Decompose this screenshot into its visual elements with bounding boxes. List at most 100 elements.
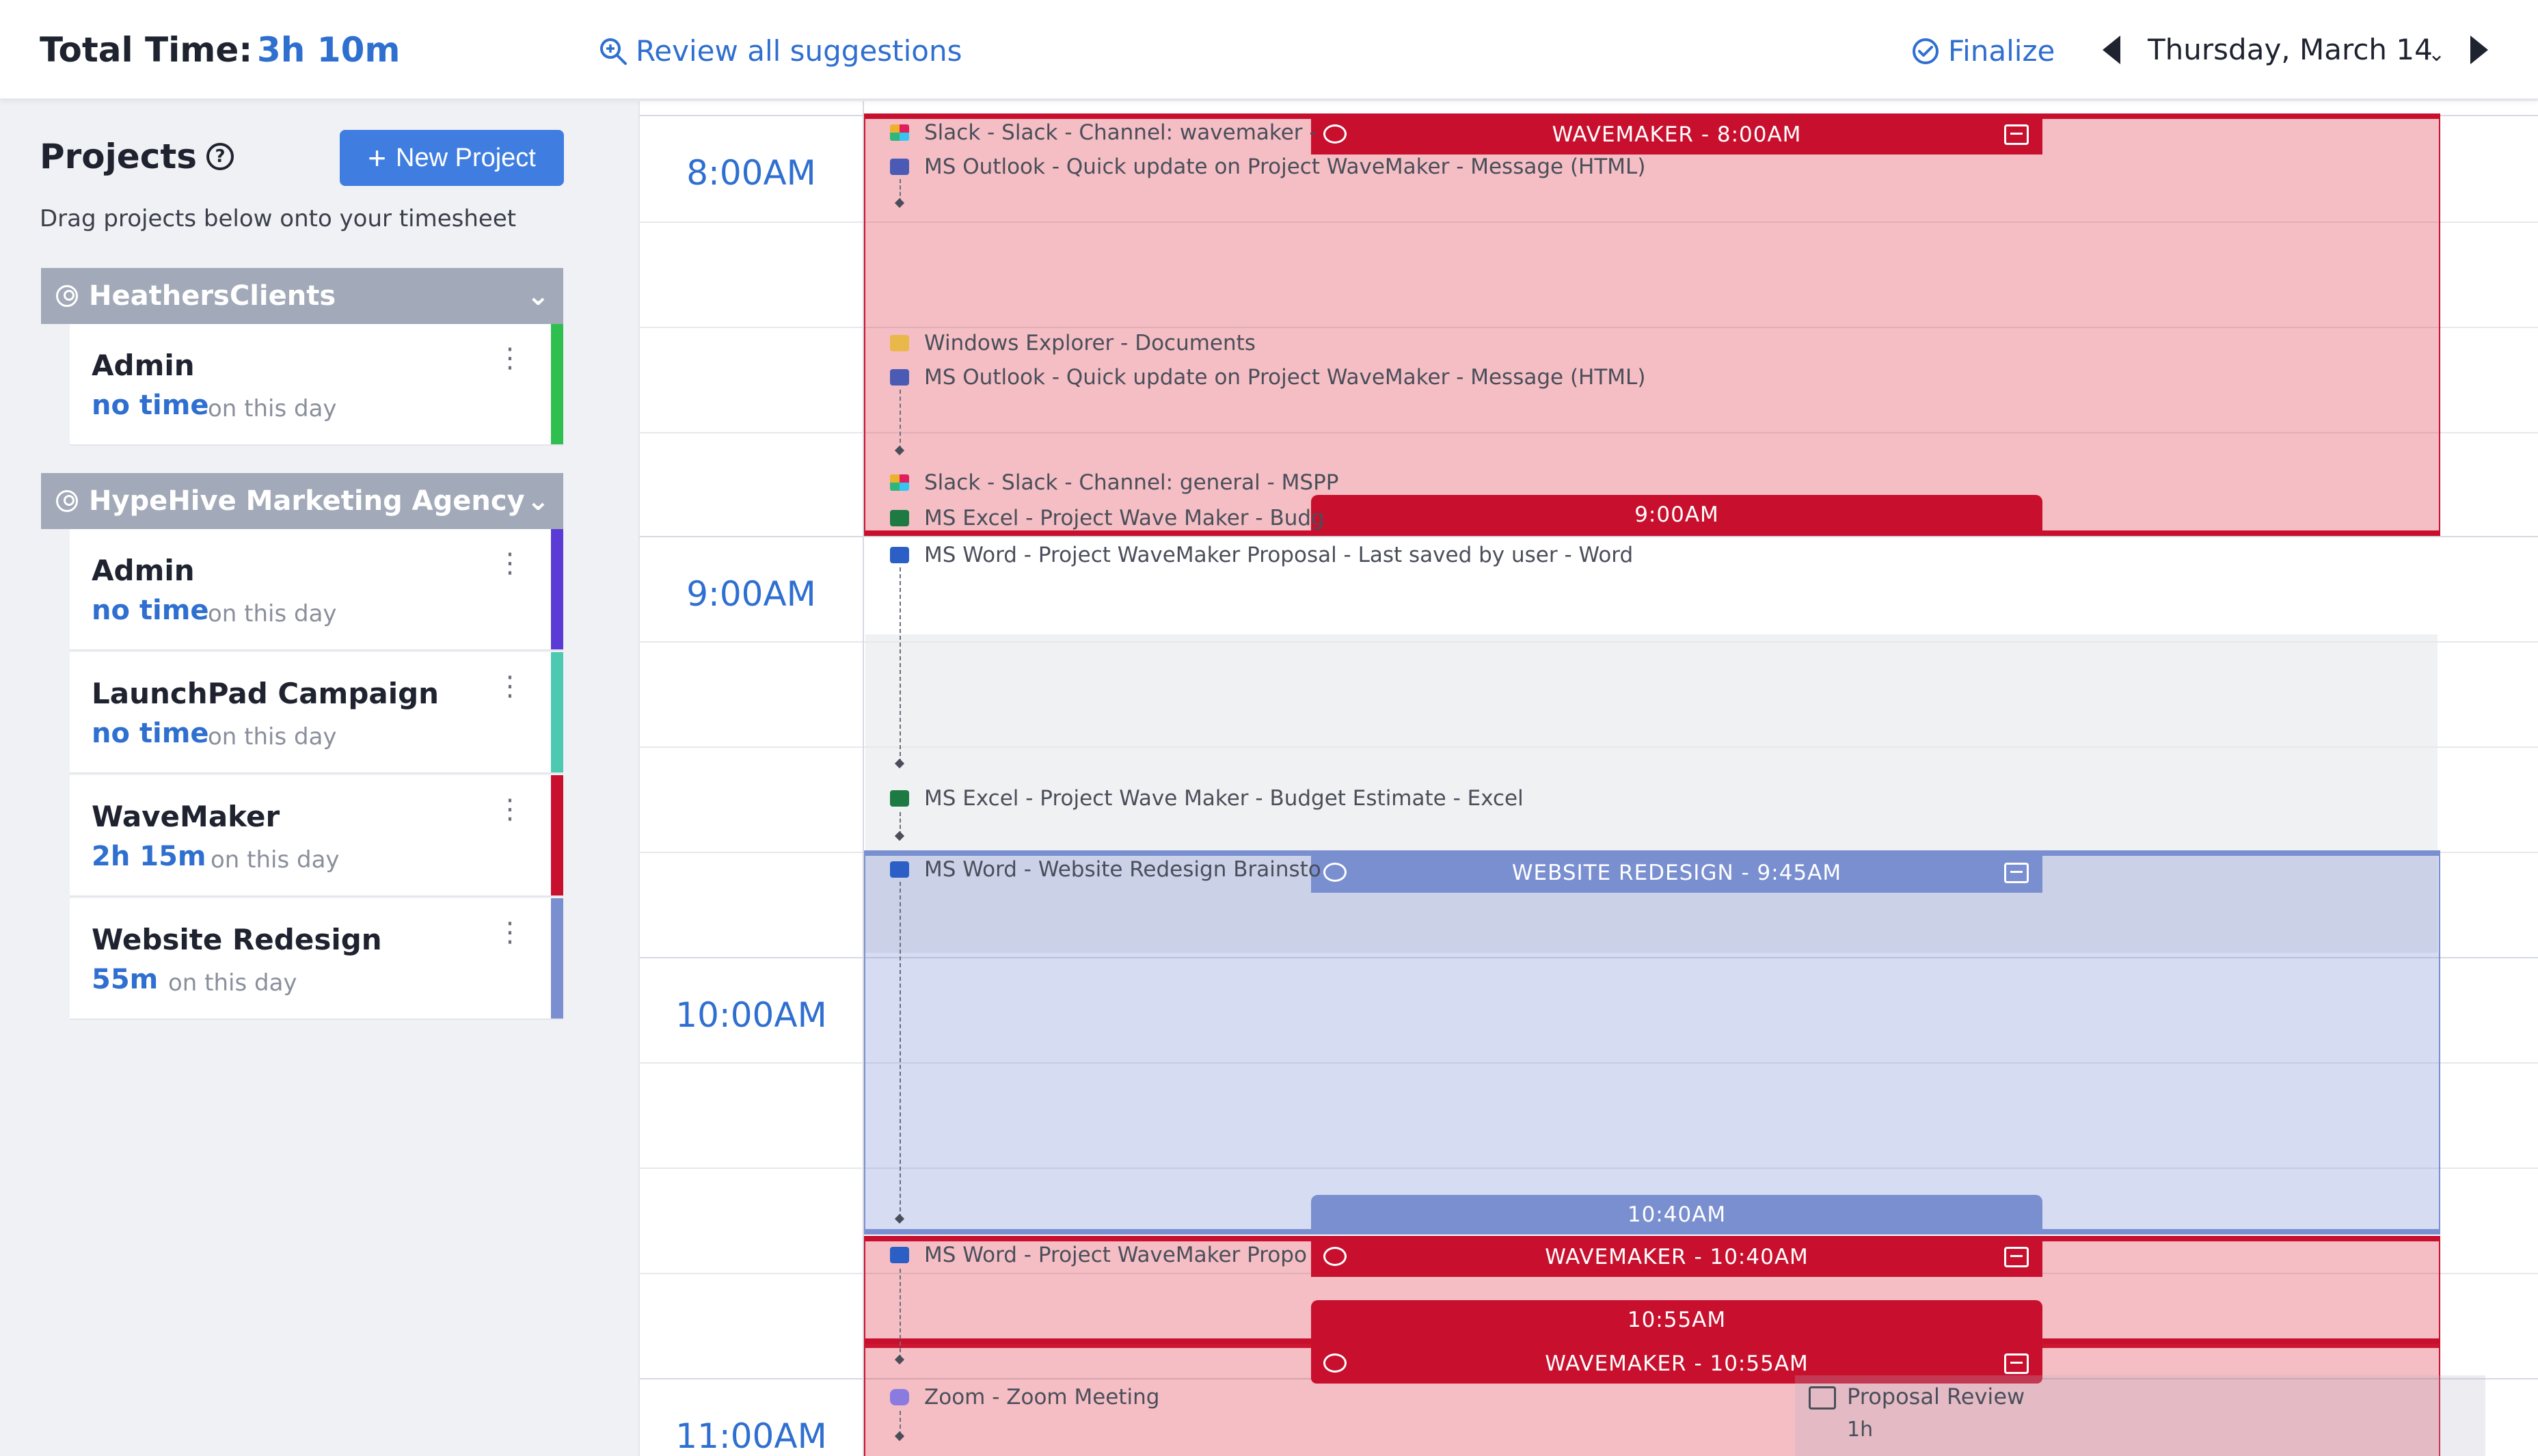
time-slot (640, 536, 2538, 537)
project-color-stripe (551, 652, 563, 772)
activity-row[interactable]: MS Outlook - Quick update on Project Wav… (890, 154, 1645, 179)
help-icon[interactable]: ? (206, 143, 234, 170)
split-icon[interactable] (2004, 1247, 2029, 1267)
project-name: Admin (92, 349, 195, 382)
activity-connector (900, 1411, 901, 1435)
outlook-icon (890, 369, 909, 386)
activity-connector (900, 812, 901, 835)
more-options-icon[interactable]: ⋮ (496, 919, 524, 946)
time-entry-header[interactable]: WAVEMAKER - 8:00AM (1311, 115, 2042, 154)
time-entry-header[interactable]: WAVEMAKER - 10:40AM (1311, 1237, 2042, 1277)
more-options-icon[interactable]: ⋮ (496, 796, 524, 823)
time-slot (640, 746, 2538, 748)
word-icon (890, 1247, 909, 1263)
split-icon[interactable] (2004, 124, 2029, 145)
hour-label: 11:00AM (675, 1416, 827, 1456)
project-time: no time (92, 718, 209, 749)
new-project-label: New Project (396, 143, 536, 172)
time-entry-end-handle[interactable]: 10:55AM (1311, 1300, 2042, 1340)
project-time-suffix: on this day (168, 969, 297, 997)
activity-row[interactable]: MS Outlook - Quick update on Project Wav… (890, 365, 1645, 390)
project-color-stripe (551, 529, 563, 649)
review-all-suggestions-link[interactable]: Review all suggestions (599, 34, 962, 68)
project-name: LaunchPad Campaign (92, 677, 440, 710)
project-card-launchpad-campaign[interactable]: LaunchPad Campaign no time on this day ⋮ (70, 652, 563, 774)
activity-row[interactable]: Zoom - Zoom Meeting (890, 1385, 1159, 1410)
activity-text: MS Outlook - Quick update on Project Wav… (924, 365, 1646, 390)
project-time-suffix: on this day (208, 600, 337, 628)
activity-row[interactable]: MS Excel - Project Wave Maker - Budget E… (890, 786, 1524, 811)
client-header-heathersclients[interactable]: HeathersClients ⌄ (41, 268, 563, 324)
client-name: HypeHive Marketing Agency (89, 485, 525, 517)
activity-text: Windows Explorer - Documents (924, 331, 1256, 355)
finalize-label: Finalize (1948, 34, 2055, 68)
zoom-in-icon (600, 38, 627, 65)
time-entry-end-handle[interactable]: 10:40AM (1311, 1195, 2042, 1235)
time-slot (640, 641, 2538, 643)
word-icon (890, 861, 909, 878)
comment-icon[interactable] (1323, 1353, 1347, 1373)
activity-text: MS Word - Project WaveMaker Proposal - L… (924, 543, 1634, 567)
client-name: HeathersClients (89, 280, 336, 312)
next-day-arrow-icon[interactable] (2470, 36, 2488, 64)
new-project-button[interactable]: + New Project (340, 130, 564, 186)
activity-connector (900, 882, 901, 1218)
time-entry-header[interactable]: WEBSITE REDESIGN - 9:45AM (1311, 853, 2042, 893)
activity-row[interactable]: Windows Explorer - Documents (890, 331, 1256, 355)
more-options-icon[interactable]: ⋮ (496, 345, 524, 372)
comment-icon[interactable] (1323, 124, 1347, 144)
date-selector[interactable]: Thursday, March 14 (2148, 33, 2433, 66)
activity-row[interactable]: MS Word - Website Redesign Brainsto (890, 857, 1321, 882)
project-card-wavemaker[interactable]: WaveMaker 2h 15m on this day ⋮ (70, 775, 563, 897)
activity-connector (900, 567, 901, 763)
time-entry-title: WEBSITE REDESIGN - 9:45AM (1511, 861, 1842, 885)
project-time: no time (92, 390, 209, 421)
calendar-event-title: Proposal Review (1847, 1384, 2025, 1410)
client-icon (56, 490, 78, 512)
more-options-icon[interactable]: ⋮ (496, 673, 524, 700)
slack-icon (890, 124, 909, 141)
activity-row[interactable]: Slack - Slack - Channel: wavemaker - (890, 120, 1317, 145)
project-time: 2h 15m (92, 841, 206, 872)
finalize-button[interactable]: Finalize (1911, 34, 2055, 68)
activity-text: MS Outlook - Quick update on Project Wav… (924, 154, 1646, 179)
activity-row[interactable]: MS Word - Project WaveMaker Propo (890, 1243, 1307, 1267)
time-entry-title: WAVEMAKER - 10:40AM (1545, 1245, 1809, 1269)
review-all-suggestions-label: Review all suggestions (636, 34, 962, 68)
projects-heading: Projects ? (40, 137, 234, 176)
activity-text: Zoom - Zoom Meeting (924, 1385, 1160, 1410)
hour-label: 9:00AM (686, 574, 816, 614)
activity-text: MS Excel - Project Wave Maker - Budget E… (924, 786, 1524, 811)
chevron-down-icon[interactable]: ⌄ (526, 485, 550, 517)
project-color-stripe (551, 775, 563, 895)
comment-icon[interactable] (1323, 1247, 1347, 1266)
project-color-stripe (551, 898, 563, 1019)
chevron-down-icon[interactable]: ⌄ (526, 280, 550, 312)
split-icon[interactable] (2004, 1353, 2029, 1374)
calendar-event-proposal-review[interactable]: Proposal Review 1h (1795, 1375, 2485, 1456)
slack-icon (890, 474, 909, 491)
split-icon[interactable] (2004, 863, 2029, 883)
activity-row[interactable]: Slack - Slack - Channel: general - MSPP (890, 470, 1338, 495)
activity-text: Slack - Slack - Channel: general - MSPP (924, 470, 1339, 495)
activity-row[interactable]: MS Word - Project WaveMaker Proposal - L… (890, 543, 1633, 567)
activity-text: MS Word - Project WaveMaker Propo (924, 1243, 1307, 1267)
activity-row[interactable]: MS Excel - Project Wave Maker - Budg (890, 506, 1325, 530)
drag-hint-text: Drag projects below onto your timesheet (40, 205, 517, 232)
excel-icon (890, 790, 909, 807)
client-header-hypehive-marketing-agency[interactable]: HypeHive Marketing Agency ⌄ (41, 473, 563, 529)
chevron-down-icon[interactable]: ⌄ (2428, 42, 2445, 66)
project-card-admin[interactable]: Admin no time on this day ⋮ (70, 324, 563, 446)
hour-label: 10:00AM (675, 995, 827, 1035)
project-name: Website Redesign (92, 923, 382, 956)
project-time-suffix: on this day (208, 395, 337, 422)
projects-title: Projects (40, 137, 198, 176)
project-card-admin[interactable]: Admin no time on this day ⋮ (70, 529, 563, 651)
more-options-icon[interactable]: ⋮ (496, 550, 524, 577)
comment-icon[interactable] (1323, 863, 1347, 882)
time-entry-end-handle[interactable]: 9:00AM (1311, 495, 2042, 535)
previous-day-arrow-icon[interactable] (2103, 36, 2120, 64)
activity-text: MS Excel - Project Wave Maker - Budg (924, 506, 1325, 530)
project-card-website-redesign[interactable]: Website Redesign 55m on this day ⋮ (70, 898, 563, 1020)
time-entry-website-redesign[interactable] (864, 850, 2440, 1235)
